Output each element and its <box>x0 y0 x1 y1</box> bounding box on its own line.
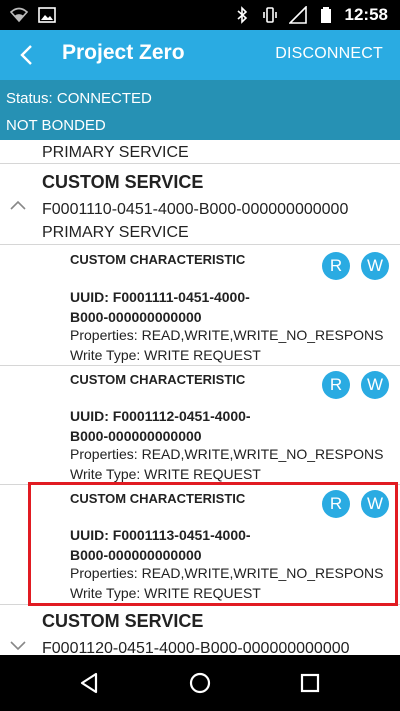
divider <box>0 604 400 605</box>
wifi-icon <box>10 7 28 23</box>
nav-home-icon[interactable] <box>184 667 216 699</box>
divider <box>0 244 400 245</box>
nav-recents-icon[interactable] <box>294 667 326 699</box>
characteristic-write-type: Write Type: WRITE REQUEST <box>70 466 261 482</box>
battery-icon <box>320 7 331 23</box>
characteristic-properties: Properties: READ,WRITE,WRITE_NO_RESPONS <box>70 565 384 581</box>
page-title: Project Zero <box>62 41 185 64</box>
service-title: CUSTOM SERVICE <box>42 611 204 631</box>
characteristic-properties: Properties: READ,WRITE,WRITE_NO_RESPONS <box>70 327 384 343</box>
characteristic-title: CUSTOM CHARACTERISTIC <box>70 372 246 387</box>
read-button[interactable]: R <box>322 371 350 399</box>
characteristic-title: CUSTOM CHARACTERISTIC <box>70 252 246 267</box>
read-button[interactable]: R <box>322 252 350 280</box>
service-title: CUSTOM SERVICE <box>42 172 204 192</box>
service-uuid: F0001120-0451-4000-B000-000000000000 <box>42 640 350 655</box>
write-button[interactable]: W <box>361 490 389 518</box>
app-bar: Project Zero DISCONNECT <box>0 30 400 80</box>
clock: 12:58 <box>344 5 388 24</box>
divider <box>0 163 400 164</box>
system-status-bar: 12:58 <box>0 0 400 30</box>
connection-status: Status: CONNECTED <box>6 90 152 107</box>
characteristic-write-type: Write Type: WRITE REQUEST <box>70 585 261 601</box>
divider <box>0 365 400 366</box>
read-button[interactable]: R <box>322 490 350 518</box>
service-type-partial: PRIMARY SERVICE <box>42 144 189 161</box>
disconnect-button[interactable]: DISCONNECT <box>275 45 383 63</box>
service-type: PRIMARY SERVICE <box>42 224 189 241</box>
characteristic-write-type: Write Type: WRITE REQUEST <box>70 347 261 363</box>
nav-back-icon[interactable] <box>74 667 106 699</box>
characteristic-uuid-line2: B000-000000000000 <box>70 309 202 325</box>
system-nav-bar <box>0 655 400 711</box>
back-arrow-icon[interactable] <box>10 38 44 72</box>
bond-status: NOT BONDED <box>6 117 106 134</box>
characteristic-uuid-line2: B000-000000000000 <box>70 428 202 444</box>
write-button[interactable]: W <box>361 252 389 280</box>
divider <box>0 484 400 485</box>
characteristic-properties: Properties: READ,WRITE,WRITE_NO_RESPONS <box>70 446 384 462</box>
connection-status-panel: Status: CONNECTED NOT BONDED <box>0 80 400 140</box>
service-uuid: F0001110-0451-4000-B000-000000000000 <box>42 201 349 218</box>
characteristic-uuid-line1: UUID: F0001112-0451-4000- <box>70 408 251 424</box>
write-button[interactable]: W <box>361 371 389 399</box>
service-list[interactable]: PRIMARY SERVICE CUSTOM SERVICE F0001110-… <box>0 140 400 655</box>
chevron-down-icon[interactable] <box>8 638 28 652</box>
characteristic-uuid-line1: UUID: F0001113-0451-4000- <box>70 527 251 543</box>
vibrate-icon <box>262 7 277 23</box>
characteristic-title: CUSTOM CHARACTERISTIC <box>70 491 246 506</box>
characteristic-uuid-line2: B000-000000000000 <box>70 547 202 563</box>
chevron-up-icon[interactable] <box>8 198 28 212</box>
signal-icon <box>288 6 307 24</box>
image-icon <box>38 7 56 23</box>
bluetooth-icon <box>236 6 247 24</box>
characteristic-uuid-line1: UUID: F0001111-0451-4000- <box>70 289 250 305</box>
